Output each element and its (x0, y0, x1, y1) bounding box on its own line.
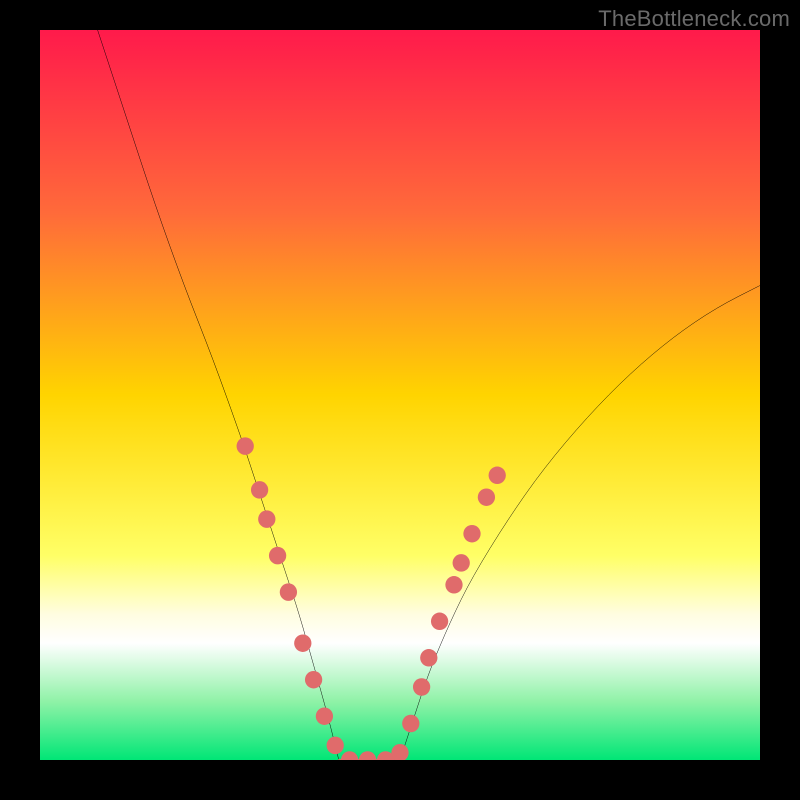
marker-dot (463, 525, 480, 543)
curve-layer (40, 30, 760, 760)
marker-dot (294, 634, 311, 652)
marker-dot (237, 437, 254, 455)
marker-dot (305, 671, 322, 689)
marker-dot (269, 547, 286, 565)
plot-area (40, 30, 760, 760)
marker-dot (280, 583, 297, 601)
marker-dot (391, 744, 408, 760)
series-right-branch (400, 286, 760, 761)
marker-dot (445, 576, 462, 594)
marker-dot (258, 510, 275, 528)
chart-frame: TheBottleneck.com (0, 0, 800, 800)
marker-dot (420, 649, 437, 667)
marker-dot (402, 715, 419, 733)
watermark-text: TheBottleneck.com (598, 6, 790, 32)
marker-dot (431, 613, 448, 631)
marker-dot (413, 678, 430, 696)
marker-dot (489, 467, 506, 485)
marker-dot (316, 707, 333, 725)
marker-dot (453, 554, 470, 572)
marker-dot (341, 751, 358, 760)
marker-dot (327, 737, 344, 755)
marker-dot (251, 481, 268, 499)
marker-dot (478, 488, 495, 506)
marker-dot (359, 751, 376, 760)
